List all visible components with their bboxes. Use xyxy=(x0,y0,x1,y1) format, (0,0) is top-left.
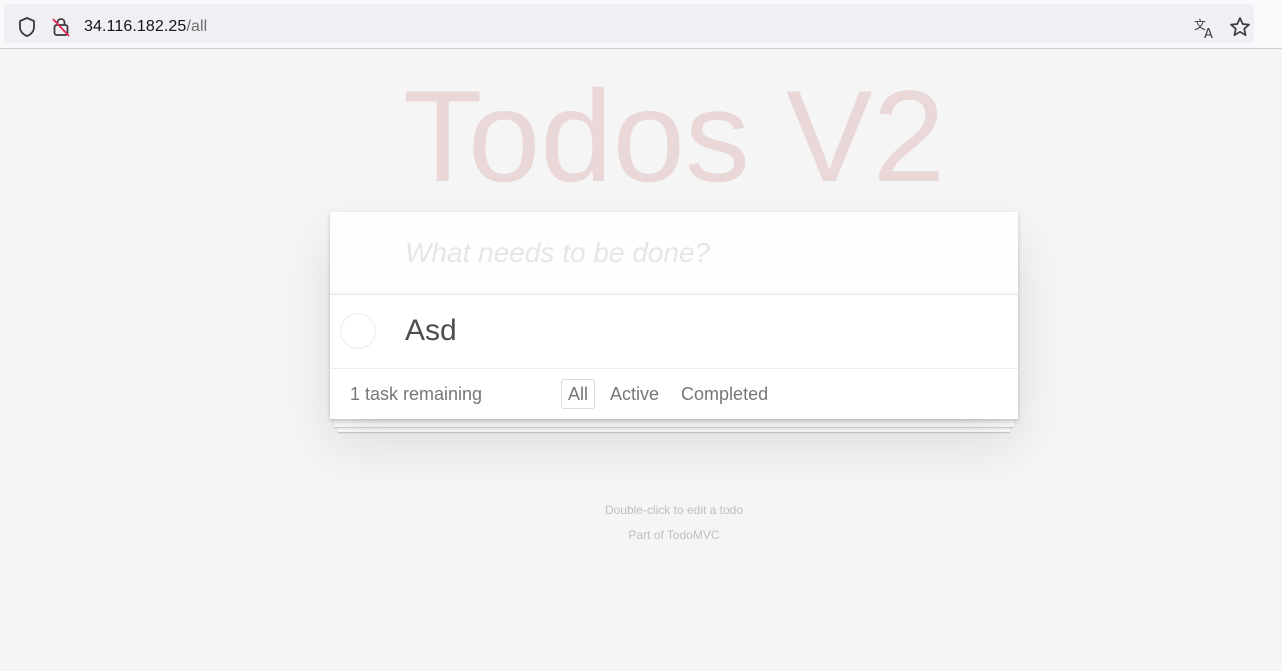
edit-hint: Double-click to edit a todo xyxy=(604,503,744,517)
lock-icon[interactable] xyxy=(51,16,71,38)
todo-footer: 1 task remaining All Active Completed xyxy=(330,369,1018,419)
star-icon[interactable] xyxy=(1229,16,1251,38)
todo-card: Asd 1 task remaining All Active Complete… xyxy=(330,212,1018,419)
info-footer: Double-click to edit a todo Part of Todo… xyxy=(0,498,1282,548)
translate-icon[interactable]: 文 A xyxy=(1193,16,1217,40)
filter-completed[interactable]: Completed xyxy=(674,379,775,409)
filter-all[interactable]: All xyxy=(561,379,596,409)
shield-icon[interactable] xyxy=(17,16,37,38)
url-host: 34.116.182.25 xyxy=(84,18,187,35)
todo-list: Asd xyxy=(330,294,1018,369)
browser-toolbar: 34.116.182.25/all 文 A xyxy=(0,0,1282,49)
filter-active[interactable]: Active xyxy=(603,379,666,409)
url-path: /all xyxy=(186,18,208,35)
filter-list: All Active Completed xyxy=(561,379,775,409)
new-todo-input[interactable] xyxy=(330,212,1018,294)
todo-label[interactable]: Asd xyxy=(405,313,457,349)
url-text: 34.116.182.25/all xyxy=(84,18,207,36)
card-stack-layer xyxy=(334,419,1014,427)
todomvc-credit: Part of TodoMVC xyxy=(628,528,720,542)
svg-text:A: A xyxy=(1204,27,1213,40)
address-bar[interactable]: 34.116.182.25/all 文 A xyxy=(4,4,1254,43)
app-title: Todos V2 xyxy=(402,63,946,209)
todo-item[interactable]: Asd xyxy=(330,295,1018,369)
todo-toggle-checkbox[interactable] xyxy=(340,313,376,349)
todo-count: 1 task remaining xyxy=(350,384,483,404)
